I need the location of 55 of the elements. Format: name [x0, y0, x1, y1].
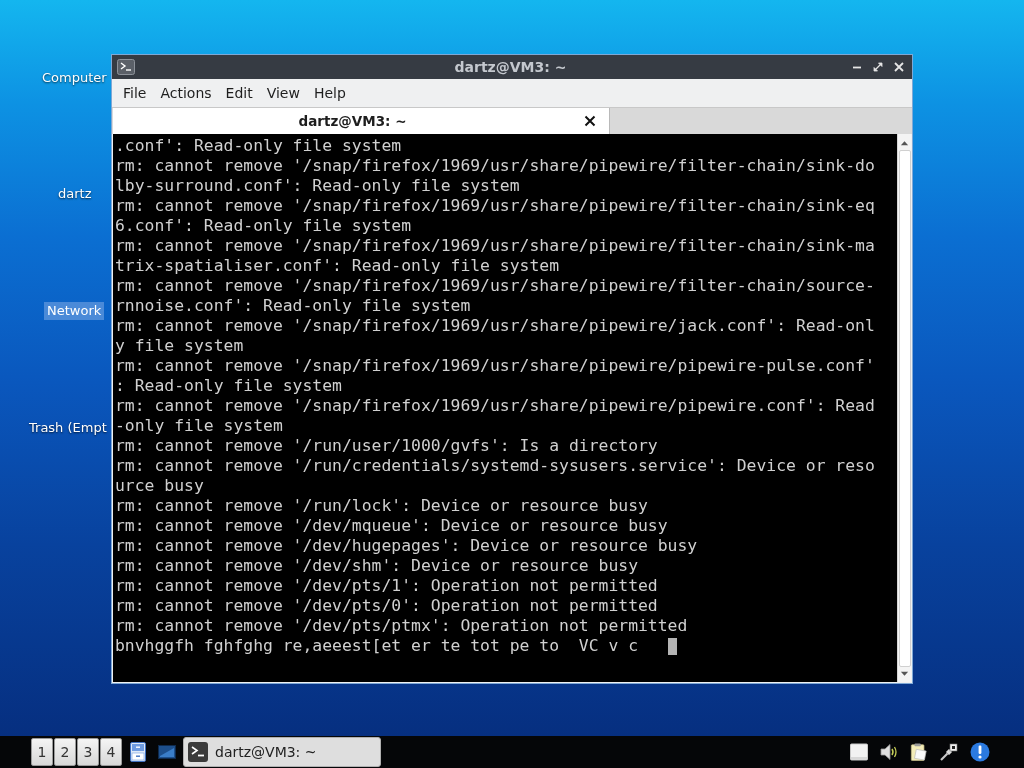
- menu-item[interactable]: Actions: [153, 85, 219, 101]
- terminal-line: lby-surround.conf': Read-only file system: [115, 176, 521, 196]
- arrow-down-icon[interactable]: [900, 671, 909, 677]
- workspace-button[interactable]: 1: [31, 738, 53, 766]
- terminal-line: y file system: [115, 336, 245, 356]
- terminal-line: -only file system: [115, 416, 284, 436]
- monitor-icon[interactable]: [158, 745, 176, 759]
- menu-item[interactable]: File: [116, 85, 154, 101]
- terminal-line: rm: cannot remove '/run/lock': Device or resource busy: [115, 496, 649, 516]
- terminal-line: rm: cannot remove '/dev/hugepages': Device or resource busy: [115, 536, 699, 556]
- workspace-button[interactable]: 4: [100, 738, 122, 766]
- menu-item[interactable]: View: [259, 85, 307, 101]
- desktop-icon-label[interactable]: Trash (Empt: [29, 420, 107, 436]
- terminal-line: rm: cannot remove '/snap/firefox/1969/usr/share/pipewire/pipewire.conf': Read: [115, 396, 876, 416]
- terminal-line: rm: cannot remove '/snap/firefox/1969/usr/share/pipewire/jack.conf': Read-onl: [115, 316, 876, 336]
- taskbar-window-button[interactable]: dartz@VM3: ~: [183, 737, 381, 767]
- window-title: dartz@VM3: ~: [454, 59, 567, 75]
- terminal-line: rm: cannot remove '/dev/pts/0': Operation not permitted: [115, 596, 659, 616]
- terminal-line: rnnoise.conf': Read-only file system: [115, 296, 472, 316]
- desktop-icon-label[interactable]: dartz: [58, 186, 92, 202]
- arrow-up-icon[interactable]: [900, 140, 909, 146]
- cabinet-icon[interactable]: [130, 742, 146, 762]
- workspace-button[interactable]: 2: [54, 738, 76, 766]
- terminal-line: rm: cannot remove '/dev/pts/1': Operation not permitted: [115, 576, 659, 596]
- terminal-line: rm: cannot remove '/snap/firefox/1969/usr/share/pipewire/filter-chain/source-: [115, 276, 876, 296]
- terminal-input-text: bnvhggfh fghfghg re,aeeest[et er te tot pe to VC v c: [115, 636, 638, 656]
- terminal-line: rm: cannot remove '/snap/firefox/1969/usr/share/pipewire/filter-chain/sink-eq: [115, 196, 876, 216]
- terminal-line: trix-spatialiser.conf': Read-only file system: [115, 256, 561, 276]
- maximize-icon[interactable]: [873, 62, 883, 72]
- drive-icon[interactable]: [850, 743, 868, 761]
- menu-item[interactable]: Help: [306, 85, 353, 101]
- workspace-button[interactable]: 3: [77, 738, 99, 766]
- terminal-line: : Read-only file system: [115, 376, 343, 396]
- terminal-line: rm: cannot remove '/dev/mqueue': Device or resource busy: [115, 516, 669, 536]
- terminal-line: rm: cannot remove '/snap/firefox/1969/usr/share/pipewire/pipewire-pulse.conf': [115, 356, 876, 376]
- menu-item[interactable]: Edit: [218, 85, 260, 101]
- alert-icon[interactable]: [970, 742, 990, 762]
- speaker-icon[interactable]: [880, 743, 898, 761]
- terminal-tab[interactable]: dartz@VM3: ~: [113, 108, 610, 134]
- terminal-icon: [117, 59, 135, 75]
- cursor-block-icon: [667, 637, 678, 655]
- terminal-line: rm: cannot remove '/run/user/1000/gvfs': Is a directory: [115, 436, 659, 456]
- terminal-icon: [188, 742, 208, 762]
- terminal-line: rm: cannot remove '/dev/shm': Device or resource busy: [115, 556, 639, 576]
- terminal-line: .conf': Read-only file system: [115, 136, 403, 156]
- plug-icon[interactable]: [940, 743, 958, 761]
- terminal-line: rm: cannot remove '/snap/firefox/1969/usr/share/pipewire/filter-chain/sink-do: [115, 156, 876, 176]
- terminal-line: urce busy: [115, 476, 205, 496]
- desktop-icon-label[interactable]: Network: [44, 302, 105, 320]
- terminal-line: rm: cannot remove '/dev/pts/ptmx': Operation not permitted: [115, 616, 689, 636]
- clipboard-icon[interactable]: [910, 743, 928, 761]
- close-icon[interactable]: [584, 115, 596, 127]
- terminal-line: 6.conf': Read-only file system: [115, 216, 413, 236]
- terminal-line: rm: cannot remove '/snap/firefox/1969/usr/share/pipewire/filter-chain/sink-ma: [115, 236, 876, 256]
- terminal-line: rm: cannot remove '/run/credentials/systemd-sysusers.service': Device or reso: [115, 456, 876, 476]
